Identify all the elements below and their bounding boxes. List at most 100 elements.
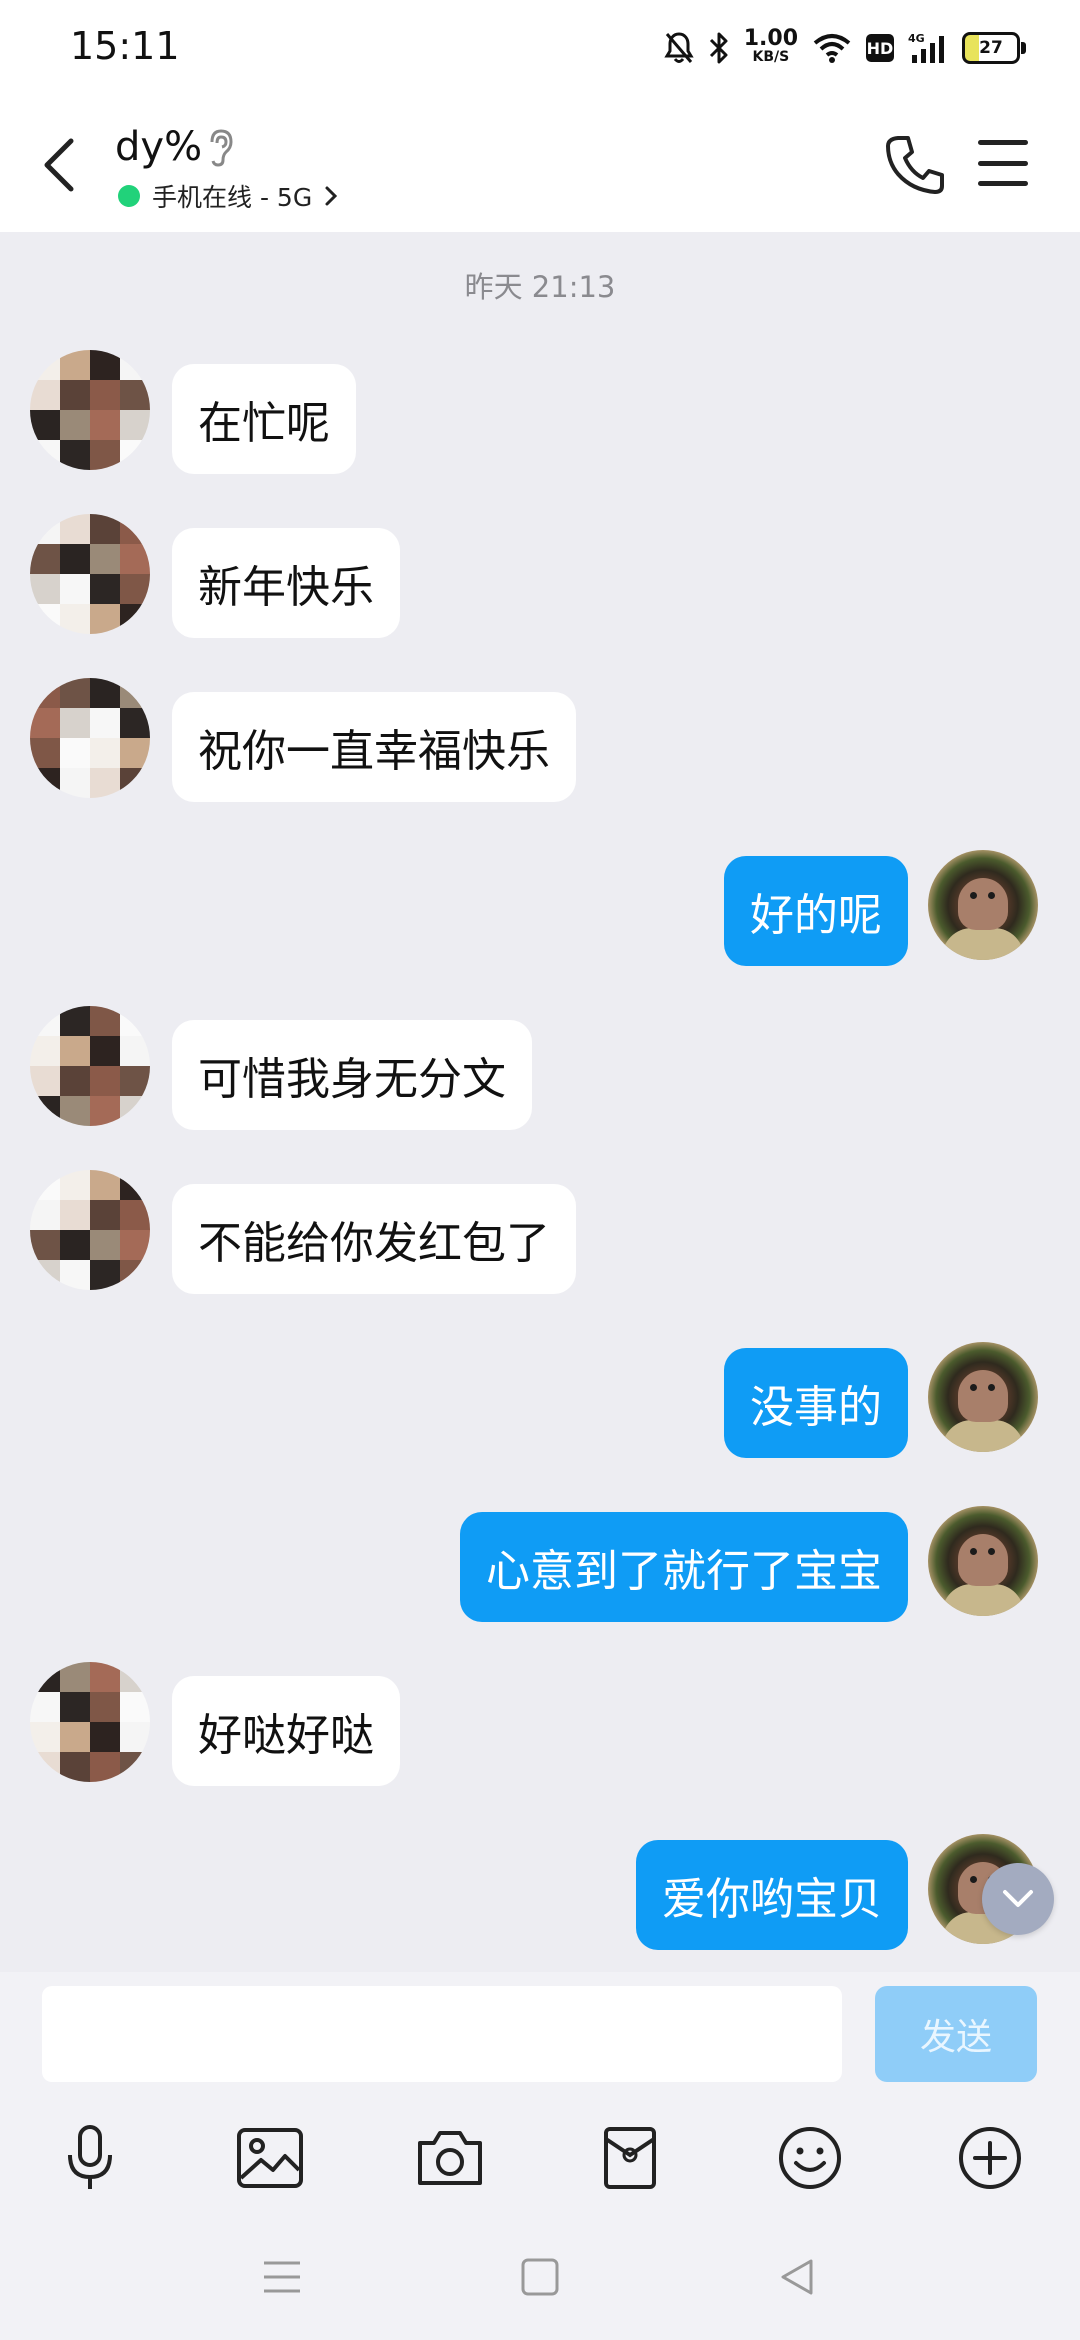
avatar-pixel [90, 514, 120, 544]
avatar-eye [988, 1384, 995, 1391]
image-button[interactable] [232, 2120, 308, 2196]
avatar-pixel [90, 1752, 120, 1782]
self-avatar[interactable] [928, 850, 1038, 960]
home-icon [521, 2258, 559, 2296]
chat-title[interactable]: dy% [115, 124, 202, 170]
avatar-pixel [60, 1200, 90, 1230]
avatar-pixel [90, 708, 120, 738]
incoming-message[interactable]: 好哒好哒 [172, 1676, 400, 1786]
avatar-pixel [120, 1170, 150, 1200]
avatar-pixel [30, 574, 60, 604]
composer: 发送 [0, 1972, 1080, 2102]
avatar-pixel [30, 1200, 60, 1230]
recent-apps-button[interactable] [247, 2242, 317, 2312]
contact-avatar[interactable] [30, 514, 150, 634]
camera-icon [418, 2131, 482, 2185]
message-text: 没事的 [750, 1382, 882, 1433]
emoji-button[interactable] [772, 2120, 848, 2196]
avatar-pixel [90, 1036, 120, 1066]
chevron-down-icon [1003, 1890, 1033, 1907]
contact-avatar[interactable] [30, 350, 150, 470]
menu-bar-icon [978, 160, 1028, 166]
avatar-pixel [30, 514, 60, 544]
contact-avatar[interactable] [30, 1170, 150, 1290]
contact-avatar[interactable] [30, 1662, 150, 1782]
voice-call-button[interactable] [880, 130, 950, 200]
signal-icon: 4G [908, 31, 948, 65]
outgoing-message[interactable]: 好的呢 [724, 856, 908, 966]
chevron-left-icon [44, 138, 74, 192]
avatar-shirt [942, 1420, 1024, 1452]
voice-input-button[interactable] [52, 2120, 128, 2196]
menu-button[interactable] [978, 140, 1028, 186]
avatar-pixel [60, 708, 90, 738]
more-button[interactable] [952, 2120, 1028, 2196]
scroll-to-bottom-button[interactable] [982, 1863, 1054, 1935]
incoming-message[interactable]: 可惜我身无分文 [172, 1020, 532, 1130]
avatar-pixel [30, 544, 60, 574]
avatar-pixel [120, 678, 150, 708]
self-avatar[interactable] [928, 1506, 1038, 1616]
avatar-pixel [120, 1722, 150, 1752]
home-button[interactable] [505, 2242, 575, 2312]
avatar-pixel [30, 708, 60, 738]
avatar-pixel [120, 544, 150, 574]
avatar-pixel [60, 1096, 90, 1126]
avatar-eye [970, 892, 977, 899]
avatar-pixel [60, 768, 90, 798]
avatar-pixel [60, 1036, 90, 1066]
recent-apps-icon [264, 2261, 300, 2293]
avatar-pixel [90, 1662, 120, 1692]
ear-icon [206, 128, 236, 172]
avatar-pixel [30, 1006, 60, 1036]
avatar-pixel [120, 1036, 150, 1066]
send-button[interactable]: 发送 [875, 1986, 1037, 2082]
message-text: 好哒好哒 [198, 1710, 374, 1761]
outgoing-message[interactable]: 爱你哟宝贝 [636, 1840, 908, 1950]
incoming-message[interactable]: 祝你一直幸福快乐 [172, 692, 576, 802]
online-status[interactable]: 手机在线 - 5G [118, 178, 338, 214]
avatar-pixel [90, 1006, 120, 1036]
avatar-pixel [120, 574, 150, 604]
avatar-pixel [90, 1692, 120, 1722]
avatar-pixel [120, 768, 150, 798]
avatar-pixel [30, 1230, 60, 1260]
self-avatar[interactable] [928, 1342, 1038, 1452]
avatar-eye [970, 1876, 977, 1883]
avatar-pixel [90, 1230, 120, 1260]
hd-badge: HD [866, 34, 894, 62]
contact-avatar[interactable] [30, 678, 150, 798]
online-status-text: 手机在线 - 5G [152, 183, 313, 212]
avatar-pixel [60, 410, 90, 440]
avatar-pixel [90, 1260, 120, 1290]
contact-avatar[interactable] [30, 1006, 150, 1126]
svg-text:4G: 4G [908, 32, 925, 45]
avatar-pixel [60, 678, 90, 708]
avatar-pixel [90, 1096, 120, 1126]
avatar-pixel [90, 604, 120, 634]
outgoing-message[interactable]: 心意到了就行了宝宝 [460, 1512, 908, 1622]
avatar-pixel [120, 350, 150, 380]
avatar-pixel [60, 1230, 90, 1260]
back-button[interactable] [34, 130, 84, 200]
camera-button[interactable] [412, 2120, 488, 2196]
system-back-button[interactable] [762, 2242, 832, 2312]
avatar-pixel [120, 1006, 150, 1036]
outgoing-message[interactable]: 没事的 [724, 1348, 908, 1458]
incoming-message[interactable]: 新年快乐 [172, 528, 400, 638]
message-input[interactable] [42, 1986, 842, 2082]
avatar-pixel [30, 1662, 60, 1692]
avatar-pixel [30, 380, 60, 410]
avatar-pixel [60, 738, 90, 768]
avatar-pixel [90, 738, 120, 768]
emoji-icon [779, 2127, 841, 2189]
message-text: 不能给你发红包了 [198, 1218, 550, 1269]
avatar-eye [970, 1548, 977, 1555]
avatar-pixel [120, 440, 150, 470]
red-packet-button[interactable] [592, 2120, 668, 2196]
incoming-message[interactable]: 不能给你发红包了 [172, 1184, 576, 1294]
menu-bar-icon [978, 140, 1028, 145]
avatar-pixel [60, 1752, 90, 1782]
incoming-message[interactable]: 在忙呢 [172, 364, 356, 474]
composer-toolbar [0, 2102, 1080, 2212]
